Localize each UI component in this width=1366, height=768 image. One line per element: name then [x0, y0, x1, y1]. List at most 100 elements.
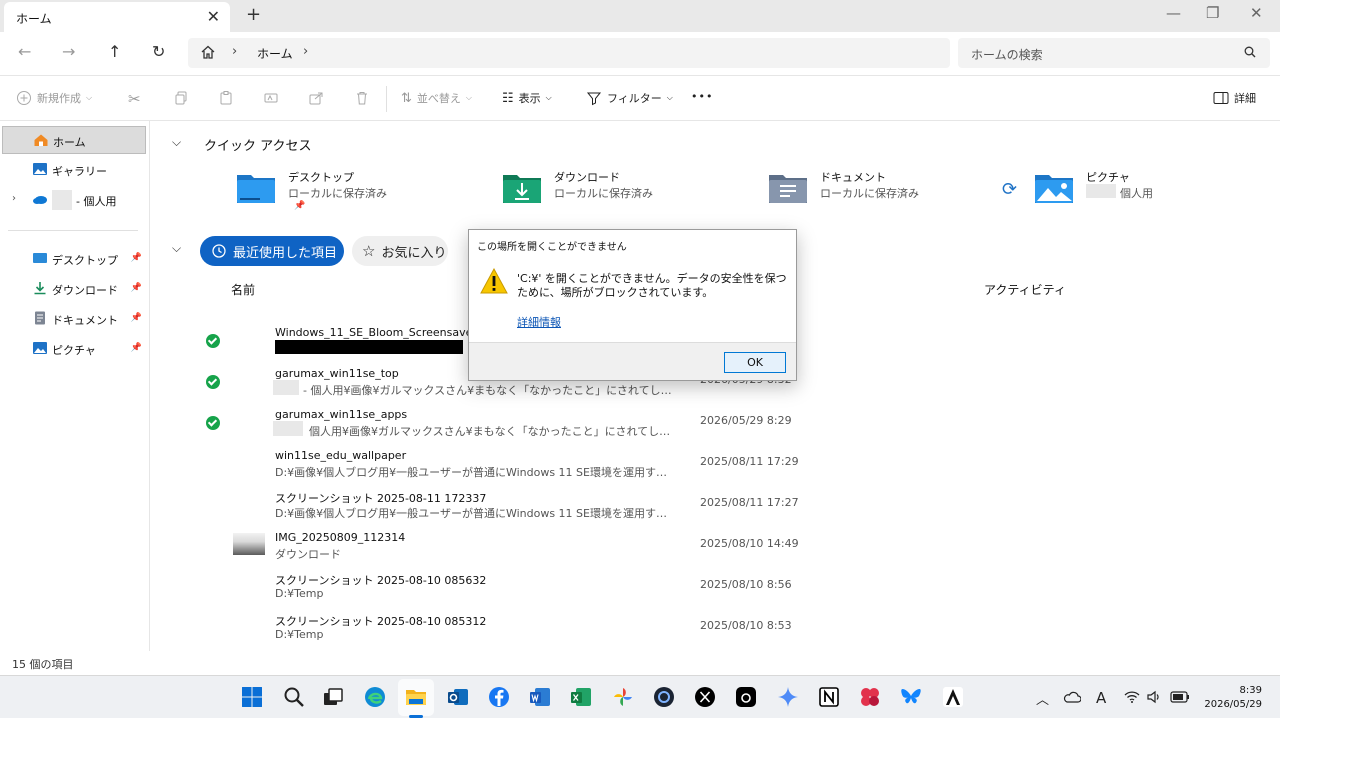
column-header-name[interactable]: 名前: [231, 281, 255, 298]
start-windows-icon[interactable]: [241, 686, 263, 708]
filter-button[interactable]: フィルター ⌵: [586, 90, 673, 106]
documents-icon: [35, 311, 45, 325]
forward-arrow-icon[interactable]: →: [62, 42, 75, 61]
chevron-right-icon[interactable]: ›: [12, 193, 16, 204]
table-row[interactable]: IMG_20250809_112314 ダウンロード 2025/08/10 14…: [200, 531, 800, 571]
battery-icon[interactable]: [1170, 691, 1190, 703]
quick-access-desktop[interactable]: デスクトップ ローカルに保存済み 📌: [236, 169, 476, 213]
more-options-button[interactable]: •••: [691, 90, 713, 103]
sidebar-item-home[interactable]: ホーム: [2, 126, 146, 154]
quick-access-title: クイック アクセス: [204, 139, 312, 154]
main-content: ⌵ クイック アクセス デスクトップ ローカルに保存済み 📌 ダウンロード ロー…: [150, 121, 1280, 651]
excel-icon[interactable]: [570, 686, 592, 708]
notion-icon[interactable]: [818, 686, 840, 708]
search-placeholder: ホームの検索: [971, 48, 1043, 62]
tab-close-icon[interactable]: ✕: [207, 7, 220, 26]
pin-icon[interactable]: 📌: [131, 253, 142, 263]
google-photos-icon[interactable]: [612, 686, 634, 708]
delete-icon[interactable]: [354, 90, 370, 106]
collapse-chevron-icon[interactable]: ⌵: [172, 241, 181, 256]
back-arrow-icon[interactable]: ←: [18, 42, 31, 61]
onedrive-cloud-icon: [33, 196, 47, 204]
quick-access-pictures[interactable]: ピクチャ 個人用: [1034, 169, 1274, 213]
speaker-icon[interactable]: [1146, 690, 1162, 704]
refresh-icon[interactable]: ↻: [152, 42, 165, 61]
file-explorer-icon[interactable]: [405, 686, 427, 708]
paste-icon[interactable]: [218, 90, 234, 106]
tab-home[interactable]: ホーム ✕: [4, 2, 230, 32]
cut-icon[interactable]: ✂: [128, 90, 141, 108]
more-info-link[interactable]: 詳細情報: [517, 314, 561, 330]
sidebar-item-desktop[interactable]: デスクトップ 📌: [2, 245, 146, 273]
gemini-icon[interactable]: [777, 686, 799, 708]
table-row[interactable]: win11se_edu_wallpaper D:¥画像¥個人ブログ用¥一般ユーザ…: [200, 449, 800, 489]
rename-icon[interactable]: [263, 90, 279, 106]
chevron-down-icon: ⌵: [545, 93, 552, 102]
ok-button[interactable]: OK: [724, 352, 786, 373]
search-icon[interactable]: [1244, 46, 1256, 58]
chevron-down-icon: ⌵: [666, 93, 673, 102]
threads-icon[interactable]: [735, 686, 757, 708]
new-button[interactable]: 新規作成 ⌵: [16, 90, 92, 106]
quick-access-downloads[interactable]: ダウンロード ローカルに保存済み: [502, 169, 742, 213]
breadcrumb-separator[interactable]: ›: [303, 44, 308, 59]
column-header-activity[interactable]: アクティビティ: [984, 281, 1066, 298]
row-name: IMG_20250809_112314: [275, 531, 406, 544]
copy-icon[interactable]: [173, 90, 189, 106]
app-icon[interactable]: [859, 686, 881, 708]
onedrive-cloud-icon[interactable]: [1063, 690, 1081, 704]
sidebar-item-documents[interactable]: ドキュメント 📌: [2, 305, 146, 333]
collapse-chevron-icon[interactable]: ⌵: [172, 135, 181, 150]
close-window-button[interactable]: ✕: [1250, 4, 1263, 22]
sort-button[interactable]: ⇅ 並べ替え ⌵: [401, 90, 472, 106]
sidebar-item-onedrive[interactable]: › - 個人用: [2, 186, 146, 214]
share-icon[interactable]: [308, 90, 324, 106]
table-row[interactable]: garumax_win11se_apps 個人用¥画像¥ガルマックスさん¥まもな…: [200, 408, 800, 448]
ime-icon[interactable]: A: [1096, 689, 1106, 707]
navigation-pane: ホーム ギャラリー › - 個人用 デスクトップ 📌 ダウンロード 📌 ドキュメ…: [0, 121, 150, 651]
sidebar-item-gallery[interactable]: ギャラリー: [2, 156, 146, 184]
address-bar[interactable]: › ホーム ›: [188, 38, 950, 68]
bluesky-icon[interactable]: [900, 686, 922, 708]
sidebar-item-label: ホーム: [53, 136, 86, 149]
row-date: 2025/08/11 17:29: [700, 455, 799, 468]
sidebar-item-downloads[interactable]: ダウンロード 📌: [2, 275, 146, 303]
task-view-icon[interactable]: [322, 686, 344, 708]
details-button[interactable]: 詳細: [1213, 90, 1256, 106]
downloads-folder-icon: [503, 175, 541, 203]
pin-icon[interactable]: 📌: [131, 343, 142, 353]
tab-recent-label: 最近使用した項目: [233, 245, 338, 261]
view-button[interactable]: ☷ 表示 ⌵: [502, 90, 552, 106]
search-input[interactable]: ホームの検索: [958, 38, 1270, 68]
maximize-button[interactable]: ❐: [1206, 4, 1219, 22]
table-row[interactable]: スクリーンショット 2025-08-11 172337 D:¥画像¥個人ブログ用…: [200, 490, 800, 530]
search-icon[interactable]: [283, 686, 305, 708]
tab-recent[interactable]: 最近使用した項目: [200, 236, 344, 266]
app-icon[interactable]: [942, 686, 964, 708]
facebook-icon[interactable]: [488, 686, 510, 708]
sidebar-item-pictures[interactable]: ピクチャ 📌: [2, 335, 146, 363]
wifi-icon[interactable]: [1124, 690, 1140, 704]
title-bar: ホーム ✕ + — ❐ ✕: [0, 0, 1280, 32]
edge-browser-icon[interactable]: [364, 686, 386, 708]
table-row[interactable]: スクリーンショット 2025-08-10 085312 D:¥Temp 2025…: [200, 613, 800, 653]
app-icon[interactable]: [653, 686, 675, 708]
pin-icon[interactable]: 📌: [131, 313, 142, 323]
home-icon[interactable]: [200, 44, 216, 60]
outlook-icon[interactable]: [447, 686, 469, 708]
row-date: 2026/05/29 8:29: [700, 414, 792, 427]
new-tab-button[interactable]: +: [246, 4, 261, 25]
x-twitter-icon[interactable]: [694, 686, 716, 708]
clock[interactable]: 8:39 2026/05/29: [1196, 684, 1262, 712]
chevron-up-icon[interactable]: ︿: [1036, 689, 1049, 708]
minimize-button[interactable]: —: [1166, 4, 1181, 22]
quick-access-documents[interactable]: ドキュメント ローカルに保存済み: [768, 169, 1008, 213]
redacted-name: [52, 190, 72, 210]
breadcrumb-separator[interactable]: ›: [232, 44, 237, 59]
pin-icon[interactable]: 📌: [131, 283, 142, 293]
table-row[interactable]: スクリーンショット 2025-08-10 085632 D:¥Temp 2025…: [200, 572, 800, 612]
breadcrumb-home[interactable]: ホーム: [257, 45, 293, 62]
word-icon[interactable]: [529, 686, 551, 708]
up-arrow-icon[interactable]: ↑: [108, 42, 121, 61]
tab-favorites[interactable]: ☆ お気に入り: [352, 236, 448, 266]
